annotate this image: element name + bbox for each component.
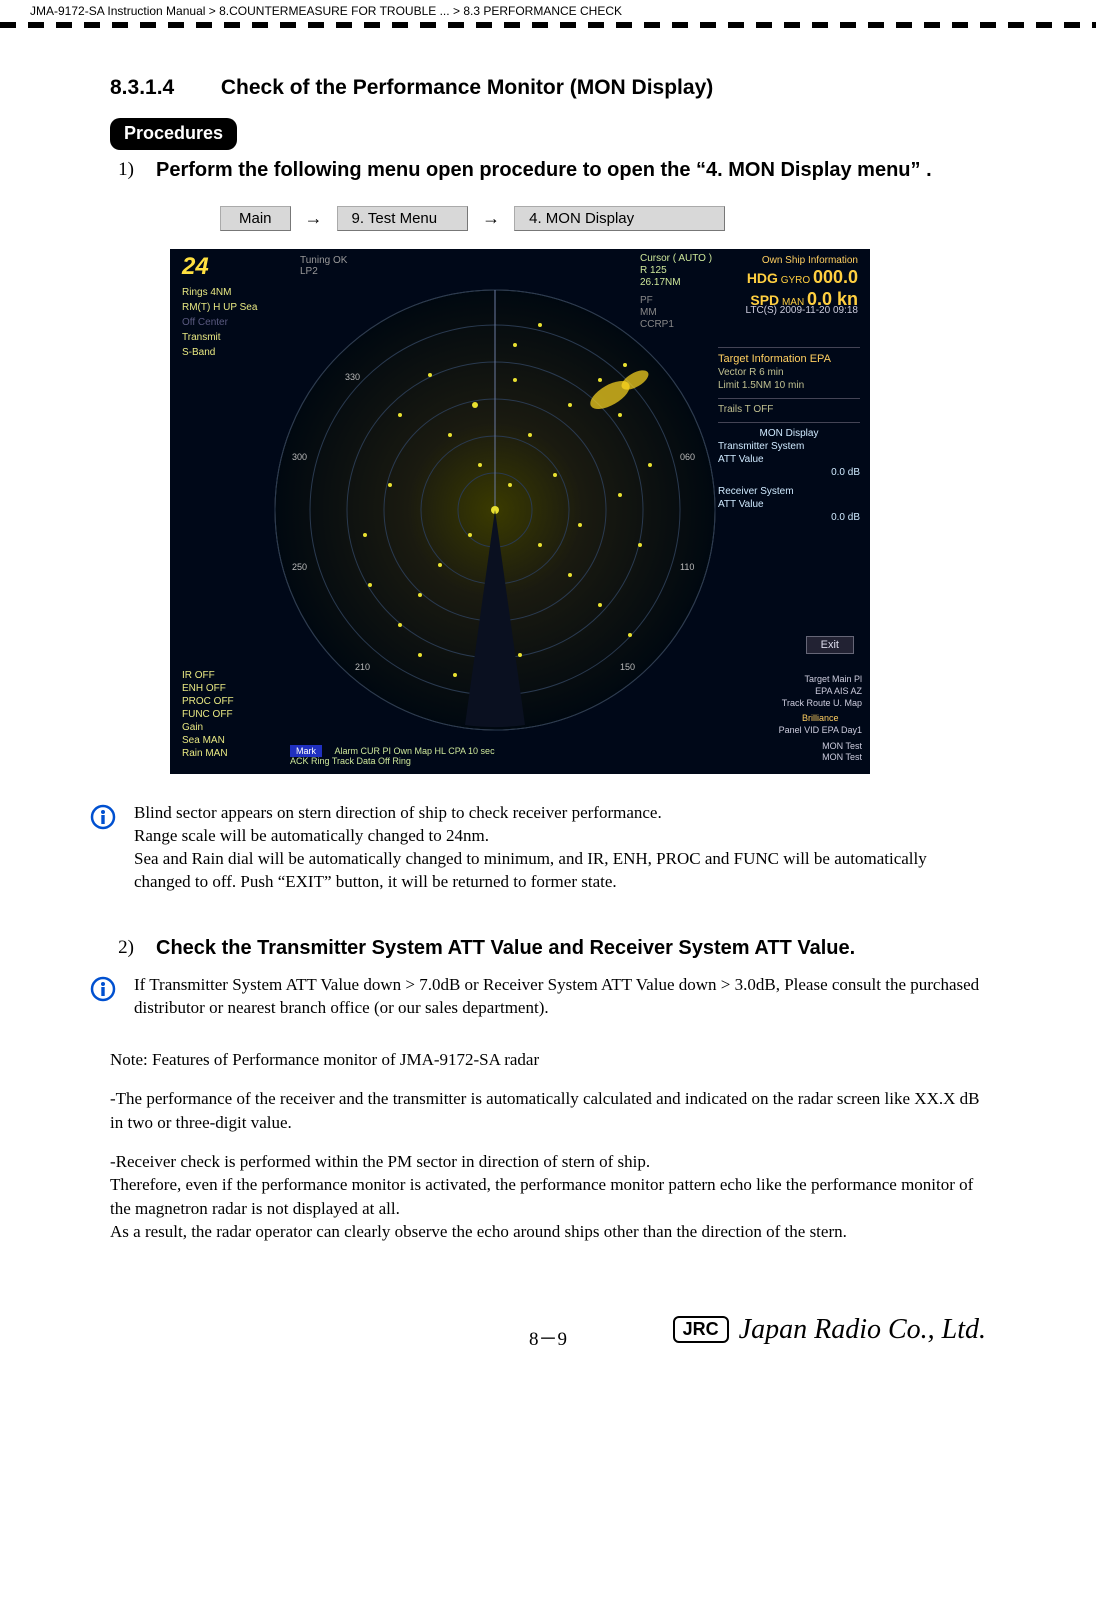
radar-hdg-value: 000.0	[813, 267, 858, 287]
section-heading: 8.3.1.4 Check of the Performance Monitor…	[110, 76, 986, 100]
radar-proc-off: PROC OFF	[182, 695, 234, 708]
radar-hdg-label: HDG	[747, 270, 778, 286]
radar-datetime: LTC(S) 2009-11-20 09:18	[746, 305, 858, 316]
step-text: Perform the following menu open procedur…	[156, 156, 986, 184]
radar-cursor-label: Cursor ( AUTO )	[640, 253, 712, 265]
radar-rm-mode: RM(T) H UP Sea	[182, 300, 257, 315]
radar-ir-off: IR OFF	[182, 669, 234, 682]
section-number: 8.3.1.4	[110, 76, 215, 100]
step-text: Check the Transmitter System ATT Value a…	[156, 934, 986, 962]
radar-pf: PF	[640, 295, 653, 306]
breadcrumb-doc: JMA-9172-SA Instruction Manual	[30, 4, 205, 18]
arrow-icon: →	[482, 208, 500, 229]
radar-mon-display-header: MON Display	[718, 427, 860, 440]
radar-band: S-Band	[182, 345, 257, 360]
radar-range-value: 24	[182, 253, 209, 281]
radar-func-off: FUNC OFF	[182, 708, 234, 721]
radar-bottom-bar: Alarm CUR PI Own Map HL CPA 10 sec	[335, 746, 495, 756]
radar-rain: Rain MAN	[182, 747, 234, 760]
radar-off-center: Off Center	[182, 315, 257, 330]
note-block: Note: Features of Performance monitor of…	[110, 1048, 986, 1244]
note-title: Note: Features of Performance monitor of…	[110, 1048, 986, 1071]
svg-text:250: 250	[292, 562, 307, 572]
breadcrumb-chapter: 8.COUNTERMEASURE FOR TROUBLE ...	[219, 4, 449, 18]
info-note-1: Blind sector appears on stern direction …	[134, 802, 986, 894]
section-title: Check of the Performance Monitor (MON Di…	[221, 76, 713, 99]
menu-button-mon-display[interactable]: 4. MON Display	[514, 206, 725, 231]
menu-button-main[interactable]: Main	[220, 206, 291, 231]
radar-cursor-nm: 26.17NM	[640, 277, 712, 289]
radar-bottom-bar-2: ACK Ring Track Data Off Ring	[290, 756, 411, 766]
step-1: 1) Perform the following menu open proce…	[110, 156, 986, 184]
brand-name: Japan Radio Co., Ltd.	[739, 1314, 986, 1346]
radar-table-target: Target Main Pl	[779, 674, 862, 686]
brand-logo: JRC Japan Radio Co., Ltd.	[673, 1314, 986, 1346]
radar-brilliance: Brilliance	[779, 713, 862, 725]
radar-lp: LP2	[300, 266, 318, 277]
radar-exit-button[interactable]: Exit	[806, 636, 854, 654]
radar-panel-row: Panel VID EPA Day1	[779, 725, 862, 737]
radar-scope-icon: 330 300 250 210 150 110 060	[270, 285, 720, 735]
info-note-2: If Transmitter System ATT Value down > 7…	[134, 974, 986, 1020]
radar-rx-system: Receiver System	[718, 485, 860, 498]
note-paragraph: -The performance of the receiver and the…	[110, 1087, 986, 1134]
svg-text:210: 210	[355, 662, 370, 672]
radar-mon-test-a: MON Test	[779, 741, 862, 753]
radar-enh-off: ENH OFF	[182, 682, 234, 695]
jrc-logo: JRC	[673, 1316, 729, 1343]
step-ordinal: 2)	[110, 934, 156, 959]
radar-transmit: Transmit	[182, 330, 257, 345]
radar-own-ship-label: Own Ship Information	[747, 255, 858, 267]
breadcrumb: JMA-9172-SA Instruction Manual > 8.COUNT…	[0, 0, 1096, 20]
radar-mm: MM	[640, 307, 657, 318]
step-ordinal: 1)	[110, 156, 156, 181]
radar-rx-att-value: 0.0 dB	[718, 511, 860, 524]
menu-sequence: Main → 9. Test Menu → 4. MON Display	[220, 206, 986, 231]
radar-vector: Vector R 6 min	[718, 366, 860, 379]
arrow-icon: →	[305, 208, 323, 229]
radar-table-track: Track Route U. Map	[779, 698, 862, 710]
radar-ccrp: CCRP1	[640, 319, 674, 330]
breadcrumb-section: 8.3 PERFORMANCE CHECK	[463, 4, 622, 18]
menu-button-test[interactable]: 9. Test Menu	[337, 206, 469, 231]
svg-text:060: 060	[680, 452, 695, 462]
svg-text:330: 330	[345, 372, 360, 382]
radar-target-info-header: Target Information EPA	[718, 352, 860, 366]
radar-trails: Trails T OFF	[718, 403, 860, 416]
radar-table-epa: EPA AIS AZ	[779, 686, 862, 698]
radar-cursor-r: R 125	[640, 265, 712, 277]
radar-tx-att-value: 0.0 dB	[718, 466, 860, 479]
svg-text:110: 110	[680, 562, 694, 572]
info-icon	[90, 976, 116, 1002]
svg-text:300: 300	[292, 452, 307, 462]
svg-text:150: 150	[620, 662, 635, 672]
divider-dashed	[0, 22, 1096, 28]
radar-gain: Gain	[182, 721, 234, 734]
radar-mon-test-b: MON Test	[779, 752, 862, 764]
radar-tx-system: Transmitter System	[718, 440, 860, 453]
radar-limit: Limit 1.5NM 10 min	[718, 379, 860, 392]
radar-rings: Rings 4NM	[182, 285, 257, 300]
radar-screenshot: 330 300 250 210 150 110 060 24 Tuning OK…	[170, 249, 870, 774]
info-icon	[90, 804, 116, 830]
procedures-badge: Procedures	[110, 118, 237, 150]
page-footer: 8－9 JRC Japan Radio Co., Ltd.	[110, 1304, 986, 1374]
radar-tuning: Tuning OK	[300, 255, 347, 266]
radar-sea: Sea MAN	[182, 734, 234, 747]
